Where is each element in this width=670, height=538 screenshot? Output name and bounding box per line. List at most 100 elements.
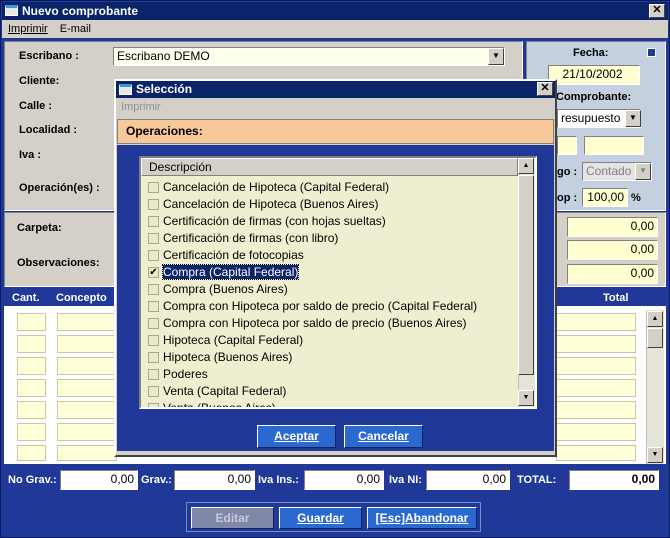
escribano-dropdown-icon[interactable]: ▼ — [488, 48, 504, 65]
aceptar-button[interactable]: Aceptar — [257, 425, 336, 448]
list-item-label: Poderes — [163, 367, 208, 381]
list-scroll-down-icon[interactable]: ▼ — [518, 390, 534, 406]
table-row[interactable] — [17, 357, 46, 375]
table-row[interactable] — [57, 445, 117, 461]
list-item-label: Compra con Hipoteca por saldo de precio … — [163, 299, 478, 313]
scroll-down-icon[interactable]: ▼ — [647, 447, 663, 463]
table-row[interactable] — [57, 357, 117, 375]
window-title: Nuevo comprobante — [22, 4, 139, 18]
list-scroll-thumb[interactable] — [518, 175, 534, 375]
list-item-label: Venta (Buenos Aires) — [163, 401, 276, 407]
checkbox[interactable] — [148, 284, 159, 295]
menu-imprimir[interactable]: Imprimir — [8, 23, 48, 35]
table-row[interactable] — [57, 313, 117, 331]
table-row[interactable] — [17, 445, 46, 461]
checkbox[interactable] — [148, 386, 159, 397]
list-item[interactable]: Compra con Hipoteca por saldo de precio … — [141, 298, 518, 315]
table-row[interactable] — [17, 313, 46, 331]
window-icon — [5, 5, 18, 16]
abandonar-button[interactable]: [Esc]Abandonar — [367, 507, 477, 529]
op-input[interactable]: 100,00 — [582, 188, 628, 207]
checkbox[interactable] — [148, 216, 159, 227]
extra-field-1[interactable] — [557, 136, 577, 155]
right-value-1[interactable]: 0,00 — [567, 217, 658, 237]
checkbox[interactable] — [148, 182, 159, 193]
list-item-label: Hipoteca (Capital Federal) — [163, 333, 304, 347]
scroll-up-icon[interactable]: ▲ — [647, 311, 663, 327]
table-row[interactable] — [556, 357, 636, 375]
pago-label: go : — [557, 166, 578, 178]
iva-ins-value: 0,00 — [304, 470, 384, 490]
list-item[interactable]: Cancelación de Hipoteca (Capital Federal… — [141, 179, 518, 196]
checkbox[interactable]: ✔ — [148, 267, 159, 278]
operaciones-label: Operación(es) : — [19, 182, 100, 194]
list-item[interactable]: Certificación de firmas (con hojas suelt… — [141, 213, 518, 230]
guardar-button[interactable]: Guardar — [279, 507, 362, 529]
calendar-icon[interactable] — [647, 48, 656, 57]
table-row[interactable] — [57, 401, 117, 419]
checkbox[interactable] — [148, 369, 159, 380]
checkbox[interactable] — [148, 233, 159, 244]
localidad-label: Localidad : — [19, 124, 78, 136]
table-row[interactable] — [556, 335, 636, 353]
table-row[interactable] — [17, 335, 46, 353]
list-item[interactable]: Compra (Buenos Aires) — [141, 281, 518, 298]
table-row[interactable] — [556, 313, 636, 331]
table-row[interactable] — [17, 379, 46, 397]
descripcion-column-header[interactable]: Descripción — [141, 158, 518, 176]
list-item[interactable]: Venta (Buenos Aires) — [141, 400, 518, 407]
list-scroll-up-icon[interactable]: ▲ — [518, 158, 534, 174]
dialog-menu-imprimir[interactable]: Imprimir — [121, 101, 161, 113]
checkbox[interactable] — [148, 403, 159, 407]
checkbox[interactable] — [148, 318, 159, 329]
fecha-label: Fecha: — [573, 47, 609, 59]
table-row[interactable] — [17, 423, 46, 441]
list-item-label: Certificación de fotocopias — [163, 248, 304, 262]
list-item[interactable]: Cancelación de Hipoteca (Buenos Aires) — [141, 196, 518, 213]
table-row[interactable] — [556, 379, 636, 397]
grav-label: Grav.: — [141, 474, 172, 486]
table-row[interactable] — [57, 423, 117, 441]
table-row[interactable] — [17, 401, 46, 419]
list-item[interactable]: Certificación de fotocopias — [141, 247, 518, 264]
close-icon[interactable]: ✕ — [649, 4, 665, 18]
list-item-label: Hipoteca (Buenos Aires) — [163, 350, 293, 364]
table-row[interactable] — [57, 379, 117, 397]
list-item[interactable]: ✔ Compra (Capital Federal) — [141, 264, 518, 281]
table-row[interactable] — [556, 401, 636, 419]
fecha-input[interactable]: 21/10/2002 — [548, 65, 640, 85]
dialog-close-icon[interactable]: ✕ — [537, 82, 553, 96]
escribano-select[interactable]: Escribano DEMO — [113, 47, 505, 66]
right-value-2[interactable]: 0,00 — [567, 240, 658, 260]
aceptar-label: Aceptar — [274, 429, 319, 443]
menu-email[interactable]: E-mail — [60, 23, 91, 35]
pago-dropdown-icon[interactable]: ▼ — [635, 163, 651, 180]
list-item[interactable]: Poderes — [141, 366, 518, 383]
list-item[interactable]: Venta (Capital Federal) — [141, 383, 518, 400]
cant-header: Cant. — [12, 292, 40, 304]
calle-label: Calle : — [19, 100, 53, 112]
list-item[interactable]: Certificación de firmas (con libro) — [141, 230, 518, 247]
iva-ins-label: Iva Ins.: — [258, 474, 299, 486]
checkbox[interactable] — [148, 199, 159, 210]
right-value-3[interactable]: 0,00 — [567, 264, 658, 284]
menu-bar: Imprimir E-mail — [2, 20, 668, 38]
editar-button[interactable]: Editar — [191, 507, 274, 529]
checkbox[interactable] — [148, 352, 159, 363]
table-row[interactable] — [57, 335, 117, 353]
extra-field-2[interactable] — [584, 136, 644, 155]
cancelar-button[interactable]: Cancelar — [344, 425, 423, 448]
comprobante-label: Comprobante: — [556, 91, 632, 103]
scroll-thumb[interactable] — [647, 328, 663, 348]
checkbox[interactable] — [148, 301, 159, 312]
table-row[interactable] — [556, 423, 636, 441]
checkbox[interactable] — [148, 250, 159, 261]
table-row[interactable] — [556, 445, 636, 461]
iva-ni-label: Iva NI: — [389, 474, 423, 486]
list-item[interactable]: Hipoteca (Capital Federal) — [141, 332, 518, 349]
list-item[interactable]: Compra con Hipoteca por saldo de precio … — [141, 315, 518, 332]
list-item[interactable]: Hipoteca (Buenos Aires) — [141, 349, 518, 366]
checkbox[interactable] — [148, 335, 159, 346]
op-label: op : — [557, 192, 578, 204]
comprobante-dropdown-icon[interactable]: ▼ — [625, 110, 641, 127]
